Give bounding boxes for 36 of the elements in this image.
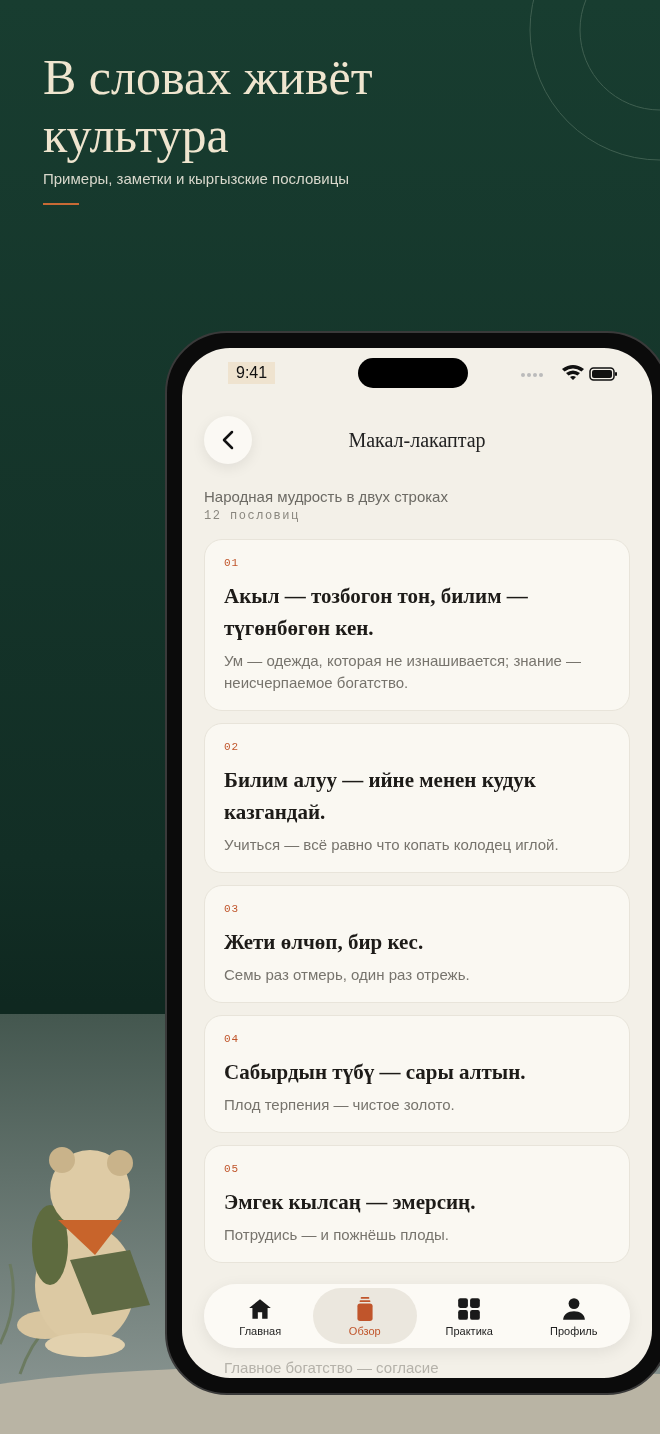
tab-item[interactable]: Обзор bbox=[312, 1288, 417, 1344]
hero-title: В словах живёт культура bbox=[43, 48, 374, 164]
chevron-left-icon bbox=[221, 430, 235, 450]
proverb-card[interactable]: 02 Билим алуу — ийне менен кудук казгандай. Учиться — всё равно что копать колодец иглой. bbox=[204, 723, 630, 873]
proverb-count: 12 пословиц bbox=[204, 509, 301, 523]
proverb-number: 01 bbox=[224, 557, 241, 569]
proverb-text: Эмгек кылсаң — эмерсиң. bbox=[224, 1189, 477, 1216]
proverb-translation: Ум — одежда, которая не изнашивается; знание — неисчерпаемое богатство. bbox=[224, 651, 583, 693]
proverb-text: Акыл — тозбогон тон, билим — түгөнбөгөн кен. bbox=[224, 583, 529, 642]
proverb-text: Сабырдын түбү — сары алтын. bbox=[224, 1059, 527, 1086]
grid-icon bbox=[456, 1295, 483, 1322]
proverb-text: Билим алуу — ийне менен кудук казгандай. bbox=[224, 767, 537, 826]
proverb-translation: Главное богатство — согласие bbox=[223, 1358, 440, 1378]
proverb-card[interactable]: 03 Жети өлчөп, бир кес. Семь раз отмерь, один раз отрежь. bbox=[204, 885, 630, 1003]
proverb-number: 02 bbox=[224, 741, 241, 753]
proverb-text: Жети өлчөп, бир кес. bbox=[224, 929, 425, 956]
status-time: 9:41 bbox=[228, 362, 276, 384]
section-subtitle: Народная мудрость в двух строках bbox=[204, 488, 449, 505]
proverb-translation: Семь раз отмерь, один раз отрежь. bbox=[224, 965, 471, 985]
tab-item[interactable]: Практика bbox=[417, 1288, 522, 1344]
proverb-translation: Плод терпения — чистое золото. bbox=[224, 1095, 456, 1115]
proverb-number: 04 bbox=[224, 1033, 241, 1045]
tab-item[interactable]: Профиль bbox=[521, 1288, 626, 1344]
back-button[interactable] bbox=[204, 416, 252, 464]
proverb-card[interactable]: 05 Эмгек кылсаң — эмерсиң. Потрудись — и пожнёшь плоды. bbox=[204, 1145, 630, 1263]
accent-rule bbox=[43, 203, 79, 205]
proverb-translation: Учиться — всё равно что копать колодец иглой. bbox=[224, 835, 560, 855]
proverb-card[interactable]: 01 Акыл — тозбогон тон, билим — түгөнбөгөн кен. Ум — одежда, которая не изнашивается; знание — неисчерпаемое богатство. bbox=[204, 539, 630, 711]
proverb-translation: Потрудись — и пожнёшь плоды. bbox=[224, 1225, 450, 1245]
proverb-number: 05 bbox=[224, 1163, 241, 1175]
proverb-card[interactable]: 04 Сабырдын түбү — сары алтын. Плод терпения — чистое золото. bbox=[204, 1015, 630, 1133]
screen-title: Макал-лакаптар bbox=[347, 428, 487, 452]
hero-subtitle: Примеры, заметки и кыргызские пословицы bbox=[43, 170, 351, 187]
person-icon bbox=[560, 1295, 587, 1322]
proverb-number: 03 bbox=[224, 903, 241, 915]
tab-item[interactable]: Главная bbox=[208, 1288, 313, 1344]
